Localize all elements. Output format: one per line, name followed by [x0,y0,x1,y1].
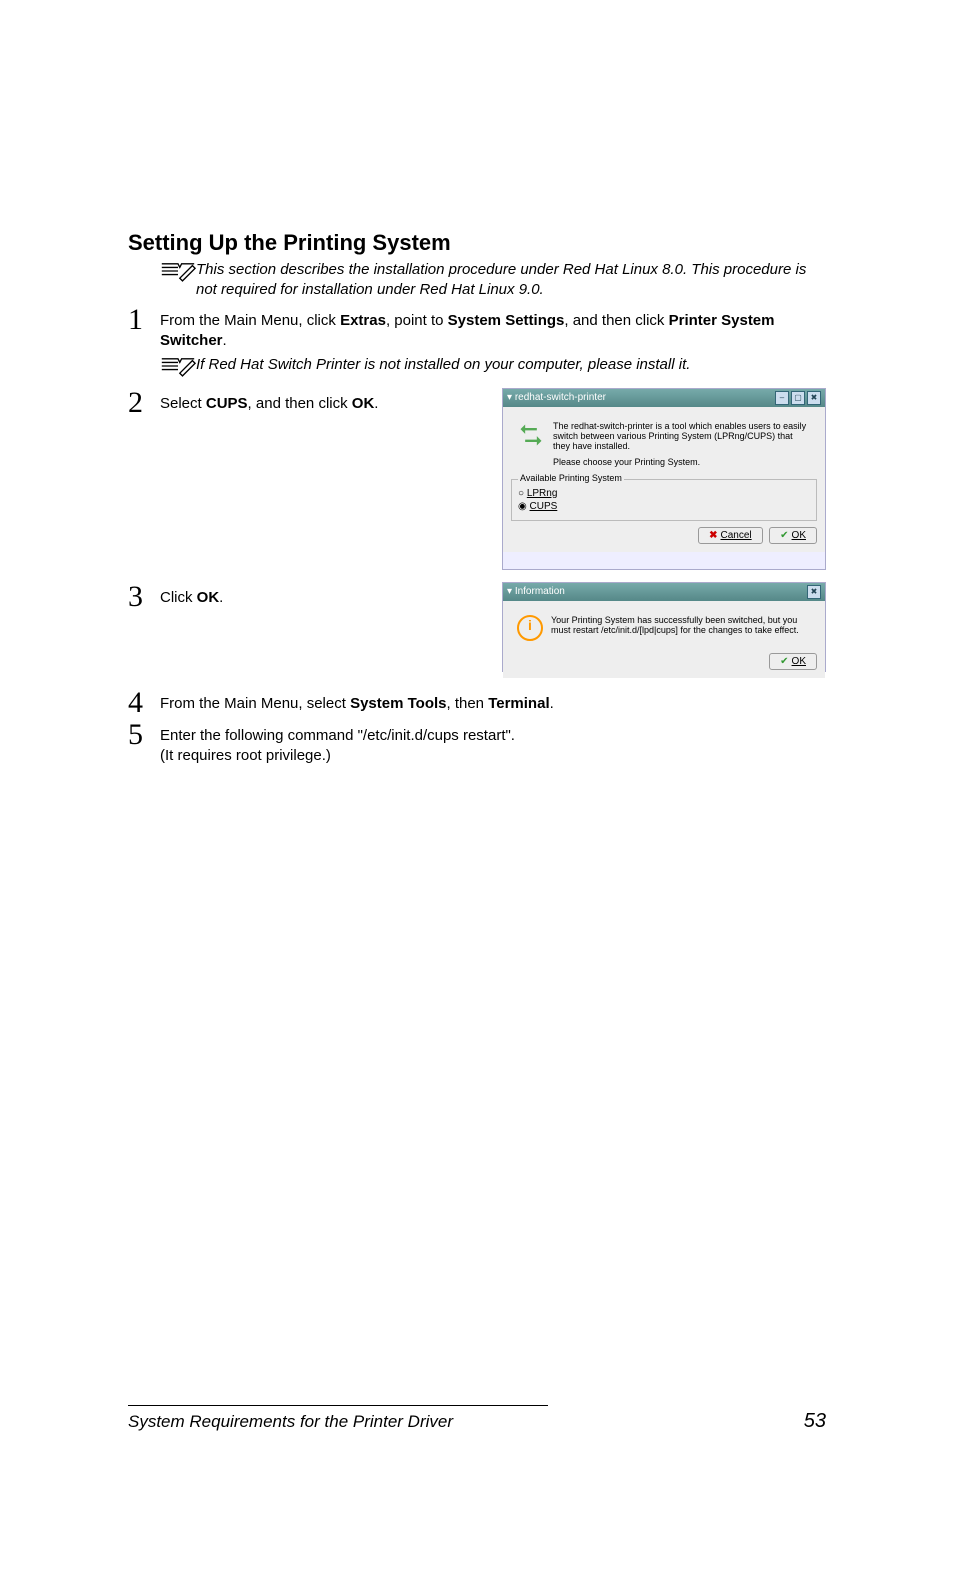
close-button[interactable]: ✖ [807,585,821,599]
close-button[interactable]: ✖ [807,391,821,405]
info-message: Your Printing System has successfully be… [551,615,811,635]
step-3: 3 Click OK. ▾ Information ✖ i Your Print… [128,582,826,672]
window-titlebar: ▾ redhat-switch-printer – ▢ ✖ [503,389,825,407]
page-number: 53 [804,1410,826,1433]
check-icon: ✔ [780,530,788,541]
printing-system-group: Available Printing System ○ LPRng ◉ CUPS [511,479,817,521]
chevron-down-icon: ▾ [507,586,512,597]
note-2: If Red Hat Switch Printer is not install… [160,355,826,384]
step-2-text: Select CUPS, and then click OK. [160,394,486,570]
note-1-text: This section describes the installation … [196,260,826,301]
step-1-number: 1 [128,305,160,335]
step-5: 5 Enter the following command "/etc/init… [128,720,826,767]
step-4: 4 From the Main Menu, select System Tool… [128,688,826,718]
window-body: i Your Printing System has successfully … [503,601,825,678]
step-4-text: From the Main Menu, select System Tools,… [160,694,826,714]
step-3-text: Click OK. [160,588,486,672]
step-1: 1 From the Main Menu, click Extras, poin… [128,305,826,352]
note-icon [160,262,196,289]
chevron-down-icon: ▾ [507,392,512,403]
note-icon [160,357,196,384]
cancel-button[interactable]: ✖Cancel [698,527,763,544]
step-2-number: 2 [128,388,160,418]
footer: System Requirements for the Printer Driv… [128,1405,826,1433]
footer-rule [128,1405,548,1406]
note-1: This section describes the installation … [160,260,826,301]
note-2-text: If Red Hat Switch Printer is not install… [196,355,690,375]
heading: Setting Up the Printing System [128,230,826,256]
footer-title: System Requirements for the Printer Driv… [128,1412,453,1431]
step-4-number: 4 [128,688,160,718]
screenshot-information: ▾ Information ✖ i Your Printing System h… [502,582,826,672]
window-title: redhat-switch-printer [515,392,606,403]
x-icon: ✖ [709,530,717,541]
step-5-text: Enter the following command "/etc/init.d… [160,726,826,767]
step-5-number: 5 [128,720,160,750]
screenshot-prompt: Please choose your Printing System. [553,457,811,467]
radio-cups[interactable]: ◉ CUPS [518,501,810,512]
radio-lprng[interactable]: ○ LPRng [518,488,810,499]
ok-button[interactable]: ✔OK [769,527,817,544]
window-titlebar: ▾ Information ✖ [503,583,825,601]
info-icon: i [517,615,543,641]
check-icon: ✔ [780,656,788,667]
screenshot-intro: The redhat-switch-printer is a tool whic… [553,421,811,451]
ok-button[interactable]: ✔OK [769,653,817,670]
maximize-button[interactable]: ▢ [791,391,805,405]
step-1-text: From the Main Menu, click Extras, point … [160,311,826,352]
minimize-button[interactable]: – [775,391,789,405]
swap-icon [517,421,545,449]
step-3-number: 3 [128,582,160,612]
screenshot-switch-printer: ▾ redhat-switch-printer – ▢ ✖ The redhat… [502,388,826,570]
window-title: Information [515,586,565,597]
group-label: Available Printing System [518,473,624,483]
step-2: 2 Select CUPS, and then click OK. ▾ redh… [128,388,826,570]
window-body: The redhat-switch-printer is a tool whic… [503,407,825,552]
